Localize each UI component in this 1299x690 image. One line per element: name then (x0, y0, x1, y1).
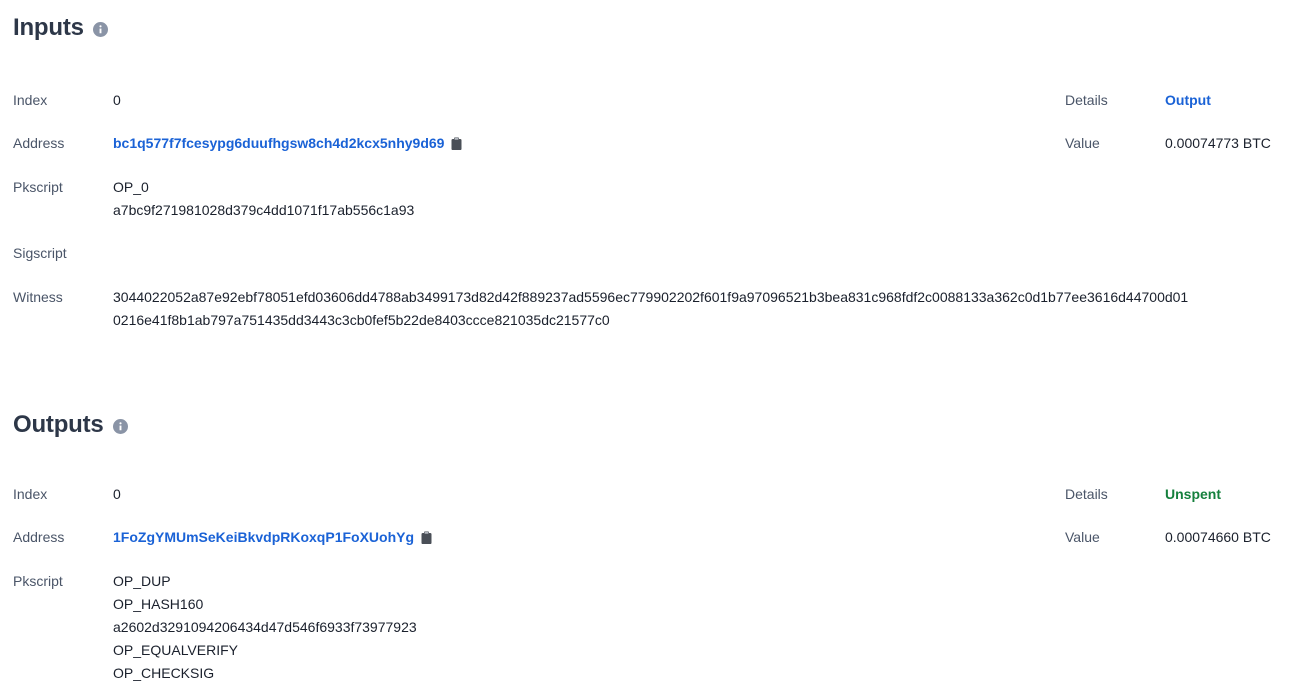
info-icon[interactable] (112, 418, 128, 434)
output-address-label: Address (13, 529, 65, 545)
outputs-section-title: Outputs (13, 411, 128, 439)
pkscript-opcode: OP_0 (113, 179, 149, 195)
output-address-link[interactable]: 1FoZgYMUmSeKeiBkvdpRKoxqP1FoXUohYg (113, 526, 414, 549)
output-pkscript-value: OP_DUP OP_HASH160 a2602d3291094206434d47… (113, 570, 417, 685)
clipboard-icon[interactable] (451, 137, 462, 150)
pkscript-opcode: OP_CHECKSIG (113, 665, 215, 681)
pkscript-hash: a7bc9f271981028d379c4dd1071f17ab556c1a93 (113, 202, 415, 218)
witness-line: 3044022052a87e92ebf78051efd03606dd4788ab… (113, 289, 1189, 305)
input-details-label: Details (1065, 92, 1108, 108)
input-pkscript-value: OP_0 a7bc9f271981028d379c4dd1071f17ab556… (113, 176, 414, 222)
inputs-section-title: Inputs (13, 14, 108, 42)
clipboard-icon[interactable] (421, 531, 432, 544)
inputs-title-text: Inputs (13, 14, 84, 41)
input-value-label: Value (1065, 135, 1100, 151)
info-icon[interactable] (92, 21, 108, 37)
input-value-amount: 0.00074773 BTC (1165, 135, 1271, 151)
output-value-amount: 0.00074660 BTC (1165, 529, 1271, 545)
input-index-value: 0 (113, 92, 121, 108)
input-pkscript-label: Pkscript (13, 179, 63, 195)
output-address-container: 1FoZgYMUmSeKeiBkvdpRKoxqP1FoXUohYg (113, 526, 432, 549)
input-witness-label: Witness (13, 289, 63, 305)
input-details-output-link[interactable]: Output (1165, 89, 1211, 112)
pkscript-opcode: OP_HASH160 (113, 596, 204, 612)
input-sigscript-label: Sigscript (13, 245, 67, 261)
output-status-unspent: Unspent (1165, 486, 1221, 502)
witness-line: 0216e41f8b1ab797a751435dd3443c3cb0fef5b2… (113, 312, 610, 328)
output-details-label: Details (1065, 486, 1108, 502)
output-value-label: Value (1065, 529, 1100, 545)
input-address-link[interactable]: bc1q577f7fcesypg6duufhgsw8ch4d2kcx5nhy9d… (113, 132, 444, 155)
outputs-title-text: Outputs (13, 411, 104, 438)
input-address-label: Address (13, 135, 65, 151)
input-witness-value: 3044022052a87e92ebf78051efd03606dd4788ab… (113, 286, 1188, 332)
output-index-label: Index (13, 486, 48, 502)
output-index-value: 0 (113, 486, 121, 502)
pkscript-opcode: OP_DUP (113, 573, 171, 589)
output-pkscript-label: Pkscript (13, 573, 63, 589)
input-address-container: bc1q577f7fcesypg6duufhgsw8ch4d2kcx5nhy9d… (113, 132, 462, 155)
input-index-label: Index (13, 92, 48, 108)
pkscript-opcode: OP_EQUALVERIFY (113, 642, 239, 658)
pkscript-hash: a2602d3291094206434d47d546f6933f73977923 (113, 619, 417, 635)
